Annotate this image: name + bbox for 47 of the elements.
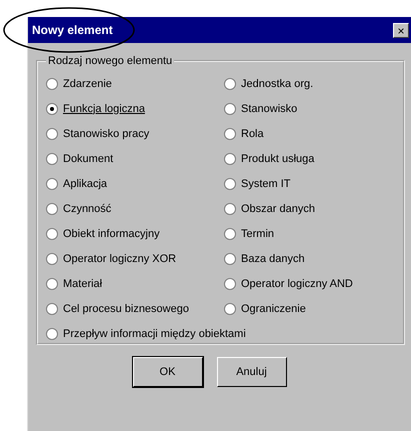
radio-button[interactable] [224,228,236,240]
window-title: Nowy element [32,23,113,37]
group-label: Rodzaj nowego elementu [47,55,174,67]
radio-label: Baza danych [241,252,305,264]
radio-button[interactable] [224,78,236,90]
radio-button[interactable] [224,102,236,114]
radio-button[interactable] [46,78,58,90]
radio-label: Termin [241,228,274,240]
radio-label: System IT [241,178,291,190]
radio-label: Aplikacja [63,178,108,190]
radio-button[interactable] [224,302,236,314]
radio-button[interactable] [46,152,58,164]
radio-label: Cel procesu biznesowego [63,302,189,314]
radio-label: Przepływ informacji między obiektami [63,328,246,340]
dialog-button[interactable]: OK [132,357,202,387]
radio-label: Obiekt informacyjny [63,228,160,240]
radio-label: Dokument [63,152,114,164]
radio-button[interactable] [224,178,236,190]
radio-button[interactable] [224,252,236,264]
radio-button[interactable] [46,302,58,314]
radio-label: Stanowisko pracy [63,128,150,140]
radio-label: Materiał [63,278,102,290]
radio-label: Obszar danych [241,202,315,214]
radio-label: Operator logiczny AND [241,278,353,290]
radio-label: Stanowisko [241,102,298,114]
radio-button[interactable] [46,128,58,140]
radio-label: Zdarzenie [63,78,112,90]
radio-button[interactable] [46,102,58,114]
radio-button[interactable] [46,178,58,190]
close-button[interactable]: × [393,22,409,38]
radio-label: Funkcja logiczna [63,102,145,114]
radio-button[interactable] [46,278,58,290]
radio-button[interactable] [224,202,236,214]
radio-button[interactable] [224,278,236,290]
radio-button[interactable] [224,152,236,164]
radio-button[interactable] [46,328,58,340]
radio-button[interactable] [224,128,236,140]
radio-label: Czynność [63,202,112,214]
radio-label: Rola [241,128,264,140]
radio-button[interactable] [46,252,58,264]
radio-label: Ograniczenie [241,302,306,314]
radio-button[interactable] [46,228,58,240]
radio-label: Operator logiczny XOR [63,252,176,264]
radio-label: Produkt usługa [241,152,314,164]
radio-button[interactable] [46,202,58,214]
radio-label: Jednostka org. [241,78,314,90]
dialog-button[interactable]: Anuluj [216,357,286,387]
